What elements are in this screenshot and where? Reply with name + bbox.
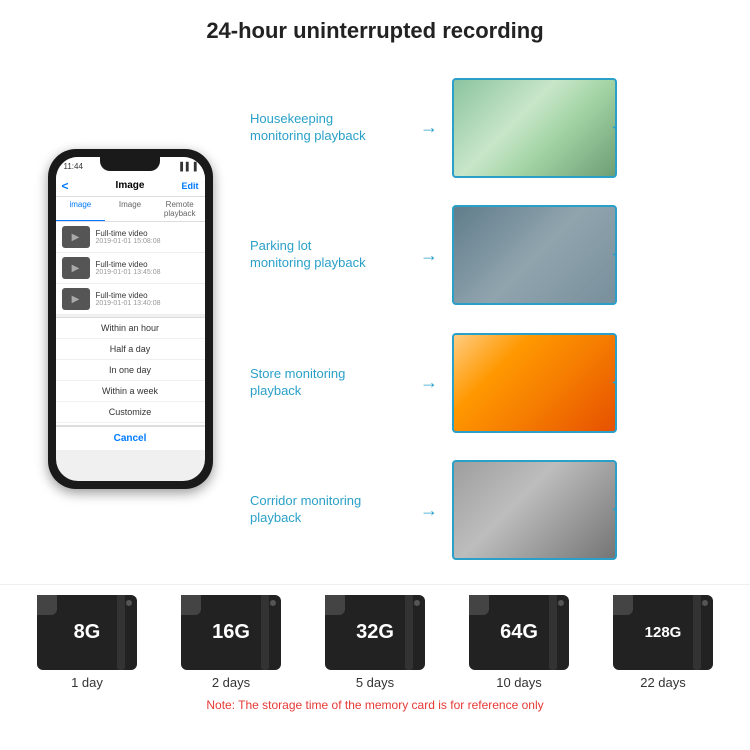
phone-dropdown-week[interactable]: Within a week [56,381,205,402]
phone-video-item-1[interactable]: ▶ Full-time video 2019-01-01 15:08:08 [56,222,205,253]
monitoring-img-3: ◄ [452,333,617,433]
phone-video-info-3: Full-time video 2019-01-01 13:40:08 [96,291,199,307]
sd-card-64g: 64G [469,595,569,670]
phone-time: 11:44 [64,162,83,171]
sd-card-label-32g: 32G [356,621,394,644]
monitoring-label-4: Corridor monitoringplayback [250,493,410,527]
monitoring-row-2: Parking lotmonitoring playback → ◄ [250,205,730,305]
monitoring-label-1: Housekeepingmonitoring playback [250,111,410,145]
monitoring-img-1: ◄ [452,78,617,178]
phone-video-info-1: Full-time video 2019-01-01 15:08:08 [96,229,199,245]
phone-video-date-2: 2019-01-01 13:45:08 [96,269,199,276]
sd-card-dot-64g [558,600,564,606]
img-indicator-4: ◄ [609,501,617,519]
phone-dropdown-one-day[interactable]: In one day [56,360,205,381]
sd-card-item-128g: 128G 22 days [613,595,713,690]
sd-card-dot-8g [126,600,132,606]
monitoring-row-1: Housekeepingmonitoring playback → ◄ [250,78,730,178]
sd-cards-row: 8G 1 day 16G 2 days 32G 5 days [15,595,735,690]
sd-card-32g: 32G [325,595,425,670]
phone-notch [100,157,160,171]
sd-card-notch-8g [37,595,57,615]
phone-thumb-2: ▶ [62,257,90,279]
phone-nav-bar: < Image Edit [56,175,205,197]
phone-icons: ▐▐ ▐ [177,162,196,171]
note-text: Note: The storage time of the memory car… [15,698,735,712]
sd-card-item-64g: 64G 10 days [469,595,569,690]
phone-tab-image2[interactable]: Image [105,197,155,221]
arrow-icon-4: → [420,500,438,521]
main-content: 11:44 ▐▐ ▐ < Image Edit image Image Remo… [0,54,750,584]
sd-card-dot-16g [270,600,276,606]
phone-thumb-1: ▶ [62,226,90,248]
monitoring-img-4: ◄ [452,460,617,560]
sd-card-days-8g: 1 day [71,675,103,690]
phone-cancel-button[interactable]: Cancel [56,425,205,450]
phone-video-item-2[interactable]: ▶ Full-time video 2019-01-01 13:45:08 [56,253,205,284]
img-indicator-2: ◄ [609,246,617,264]
phone-video-date-3: 2019-01-01 13:40:08 [96,300,199,307]
phone-video-date-1: 2019-01-01 15:08:08 [96,238,199,245]
phone-dropdown-customize[interactable]: Customize [56,402,205,423]
sd-card-days-32g: 5 days [356,675,394,690]
sd-card-notch-64g [469,595,489,615]
phone-tab-image[interactable]: image [56,197,106,221]
monitoring-img-2: ◄ [452,205,617,305]
arrow-icon-2: → [420,245,438,266]
phone-edit-button[interactable]: Edit [182,181,199,191]
sd-card-days-128g: 22 days [640,675,686,690]
sd-card-label-128g: 128G [645,624,682,641]
monitoring-row-3: Store monitoringplayback → ◄ [250,333,730,433]
right-section: Housekeepingmonitoring playback → ◄ Park… [250,54,730,584]
phone-section: 11:44 ▐▐ ▐ < Image Edit image Image Remo… [20,54,240,584]
phone-thumb-3: ▶ [62,288,90,310]
sd-card-16g: 16G [181,595,281,670]
monitoring-row-4: Corridor monitoringplayback → ◄ [250,460,730,560]
phone-screen: 11:44 ▐▐ ▐ < Image Edit image Image Remo… [56,157,205,481]
monitoring-label-3: Store monitoringplayback [250,366,410,400]
sd-card-notch-16g [181,595,201,615]
phone-dropdown-half-day[interactable]: Half a day [56,339,205,360]
phone-video-title-1: Full-time video [96,229,199,238]
page-title: 24-hour uninterrupted recording [0,0,750,54]
sd-card-days-16g: 2 days [212,675,250,690]
phone-nav-title: Image [116,180,145,191]
sd-card-128g: 128G [613,595,713,670]
sd-card-label-64g: 64G [500,621,538,644]
phone-video-info-2: Full-time video 2019-01-01 13:45:08 [96,260,199,276]
phone-video-title-2: Full-time video [96,260,199,269]
sd-card-label-8g: 8G [74,621,101,644]
phone-tabs: image Image Remote playback [56,197,205,222]
sd-card-dot-32g [414,600,420,606]
img-indicator-3: ◄ [609,374,617,392]
phone-tab-remote[interactable]: Remote playback [155,197,205,221]
sd-card-dot-128g [702,600,708,606]
phone-video-title-3: Full-time video [96,291,199,300]
arrow-icon-1: → [420,117,438,138]
sd-card-days-64g: 10 days [496,675,542,690]
sd-card-8g: 8G [37,595,137,670]
sd-card-item-8g: 8G 1 day [37,595,137,690]
sd-card-item-32g: 32G 5 days [325,595,425,690]
sd-card-label-16g: 16G [212,621,250,644]
sd-card-notch-128g [613,595,633,615]
phone-dropdown: Within an hour Half a day In one day Wit… [56,317,205,450]
phone-device: 11:44 ▐▐ ▐ < Image Edit image Image Remo… [48,149,213,489]
phone-back-button[interactable]: < [62,179,69,193]
monitoring-label-2: Parking lotmonitoring playback [250,238,410,272]
bottom-section: 8G 1 day 16G 2 days 32G 5 days [0,584,750,720]
sd-card-notch-32g [325,595,345,615]
img-indicator-1: ◄ [609,119,617,137]
phone-dropdown-within-hour[interactable]: Within an hour [56,318,205,339]
arrow-icon-3: → [420,372,438,393]
sd-card-item-16g: 16G 2 days [181,595,281,690]
phone-video-item-3[interactable]: ▶ Full-time video 2019-01-01 13:40:08 [56,284,205,315]
